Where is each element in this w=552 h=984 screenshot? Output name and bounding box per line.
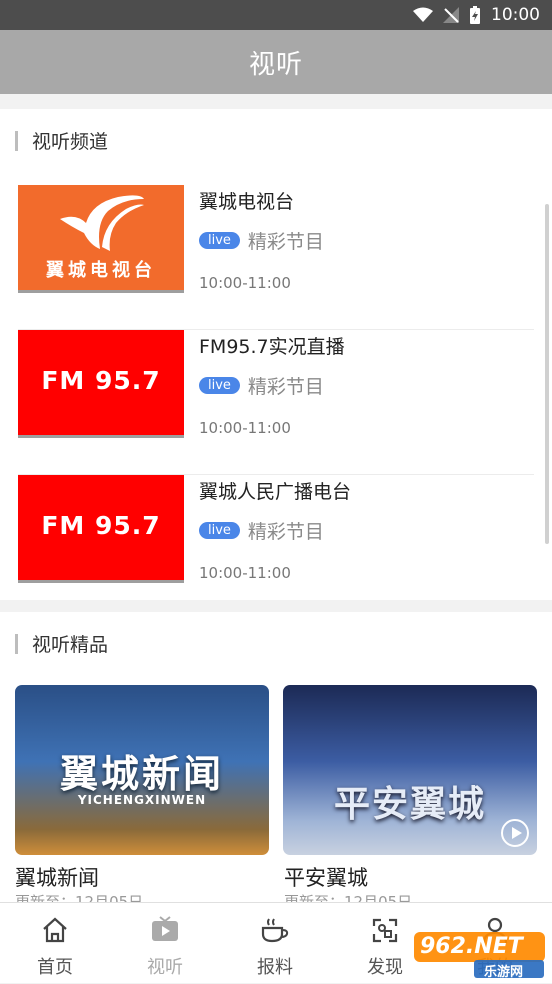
- channel-item[interactable]: FM 95.7 FM95.7实况直播 live 精彩节目 10:00-11:00: [18, 330, 534, 475]
- featured-section-title: 视听精品: [15, 630, 108, 657]
- watermark-subtext: 乐游网: [484, 965, 524, 980]
- content-area[interactable]: 视听频道 翼城电视台 翼城电视台 live 精彩节目 10:00-11:00 F…: [0, 94, 552, 902]
- section-bar: [15, 633, 18, 654]
- watermark-text: 962.NET: [420, 934, 523, 959]
- wifi-icon: [413, 7, 433, 22]
- channels-section-title: 视听频道: [15, 127, 108, 154]
- video-updated: 更新至：12月05日: [15, 893, 144, 902]
- home-icon: [40, 915, 70, 945]
- channel-meta: live 精彩节目: [199, 372, 324, 399]
- channel-time: 10:00-11:00: [199, 274, 291, 292]
- tab-report[interactable]: 报料: [220, 903, 330, 984]
- channel-name[interactable]: 翼城人民广播电台: [199, 477, 351, 504]
- channel-subtitle: 精彩节目: [247, 376, 324, 398]
- section-bar: [15, 130, 18, 151]
- bird-logo-icon: [60, 195, 144, 251]
- tab-media[interactable]: 视听: [110, 903, 220, 984]
- channel-name[interactable]: 翼城电视台: [199, 187, 294, 214]
- channel-time: 10:00-11:00: [199, 564, 291, 582]
- channel-subtitle: 精彩节目: [247, 231, 324, 253]
- coffee-cup-icon: [260, 915, 290, 945]
- no-signal-icon: [443, 7, 459, 23]
- watermark-logo: 962.NET 乐游网: [412, 930, 547, 980]
- tab-label: 发现: [367, 957, 403, 978]
- video-title[interactable]: 翼城新闻: [15, 862, 99, 892]
- status-bar: 10:00: [0, 0, 552, 30]
- channel-meta: live 精彩节目: [199, 517, 324, 544]
- tab-home[interactable]: 首页: [0, 903, 110, 984]
- clock: 10:00: [491, 5, 540, 25]
- tv-icon: [150, 915, 180, 945]
- channel-thumbnail[interactable]: FM 95.7: [18, 330, 184, 438]
- tab-label: 首页: [37, 957, 73, 978]
- thumbnail-text: 翼城电视台: [46, 260, 156, 281]
- thumbnail-text: FM 95.7: [41, 511, 161, 540]
- channel-item[interactable]: 翼城电视台 翼城电视台 live 精彩节目 10:00-11:00: [18, 185, 534, 330]
- video-title[interactable]: 平安翼城: [284, 862, 368, 892]
- thumbnail-title: 翼城新闻: [59, 752, 224, 796]
- channel-item[interactable]: FM 95.7 翼城人民广播电台 live 精彩节目 10:00-11:00: [18, 475, 534, 590]
- channel-name[interactable]: FM95.7实况直播: [199, 332, 345, 359]
- thumbnail-subtitle: YICHENGXINWEN: [77, 793, 207, 807]
- channel-subtitle: 精彩节目: [247, 521, 324, 543]
- channels-card: 视听频道 翼城电视台 翼城电视台 live 精彩节目 10:00-11:00 F…: [0, 109, 552, 600]
- channel-thumbnail[interactable]: FM 95.7: [18, 475, 184, 583]
- play-icon[interactable]: [501, 819, 529, 847]
- video-updated: 更新至：12月05日: [284, 893, 413, 902]
- tab-label: 视听: [147, 957, 183, 978]
- section-title-text: 视听精品: [32, 634, 109, 656]
- page-title: 视听: [248, 49, 303, 80]
- tab-label: 报料: [257, 957, 293, 978]
- live-badge: live: [199, 232, 240, 249]
- scrollbar[interactable]: [545, 204, 549, 544]
- channel-meta: live 精彩节目: [199, 227, 324, 254]
- channel-time: 10:00-11:00: [199, 419, 291, 437]
- app-bar: 视听: [0, 30, 552, 94]
- thumbnail-title: 平安翼城: [333, 784, 486, 825]
- live-badge: live: [199, 522, 240, 539]
- section-title-text: 视听频道: [32, 131, 109, 153]
- discover-icon: [370, 915, 400, 945]
- live-badge: live: [199, 377, 240, 394]
- video-thumbnail-news[interactable]: 翼城新闻 YICHENGXINWEN: [15, 685, 269, 855]
- channel-thumbnail[interactable]: 翼城电视台: [18, 185, 184, 293]
- battery-icon: [470, 6, 480, 24]
- video-thumbnail-safe[interactable]: 平安翼城: [283, 685, 537, 855]
- thumbnail-text: FM 95.7: [41, 366, 161, 395]
